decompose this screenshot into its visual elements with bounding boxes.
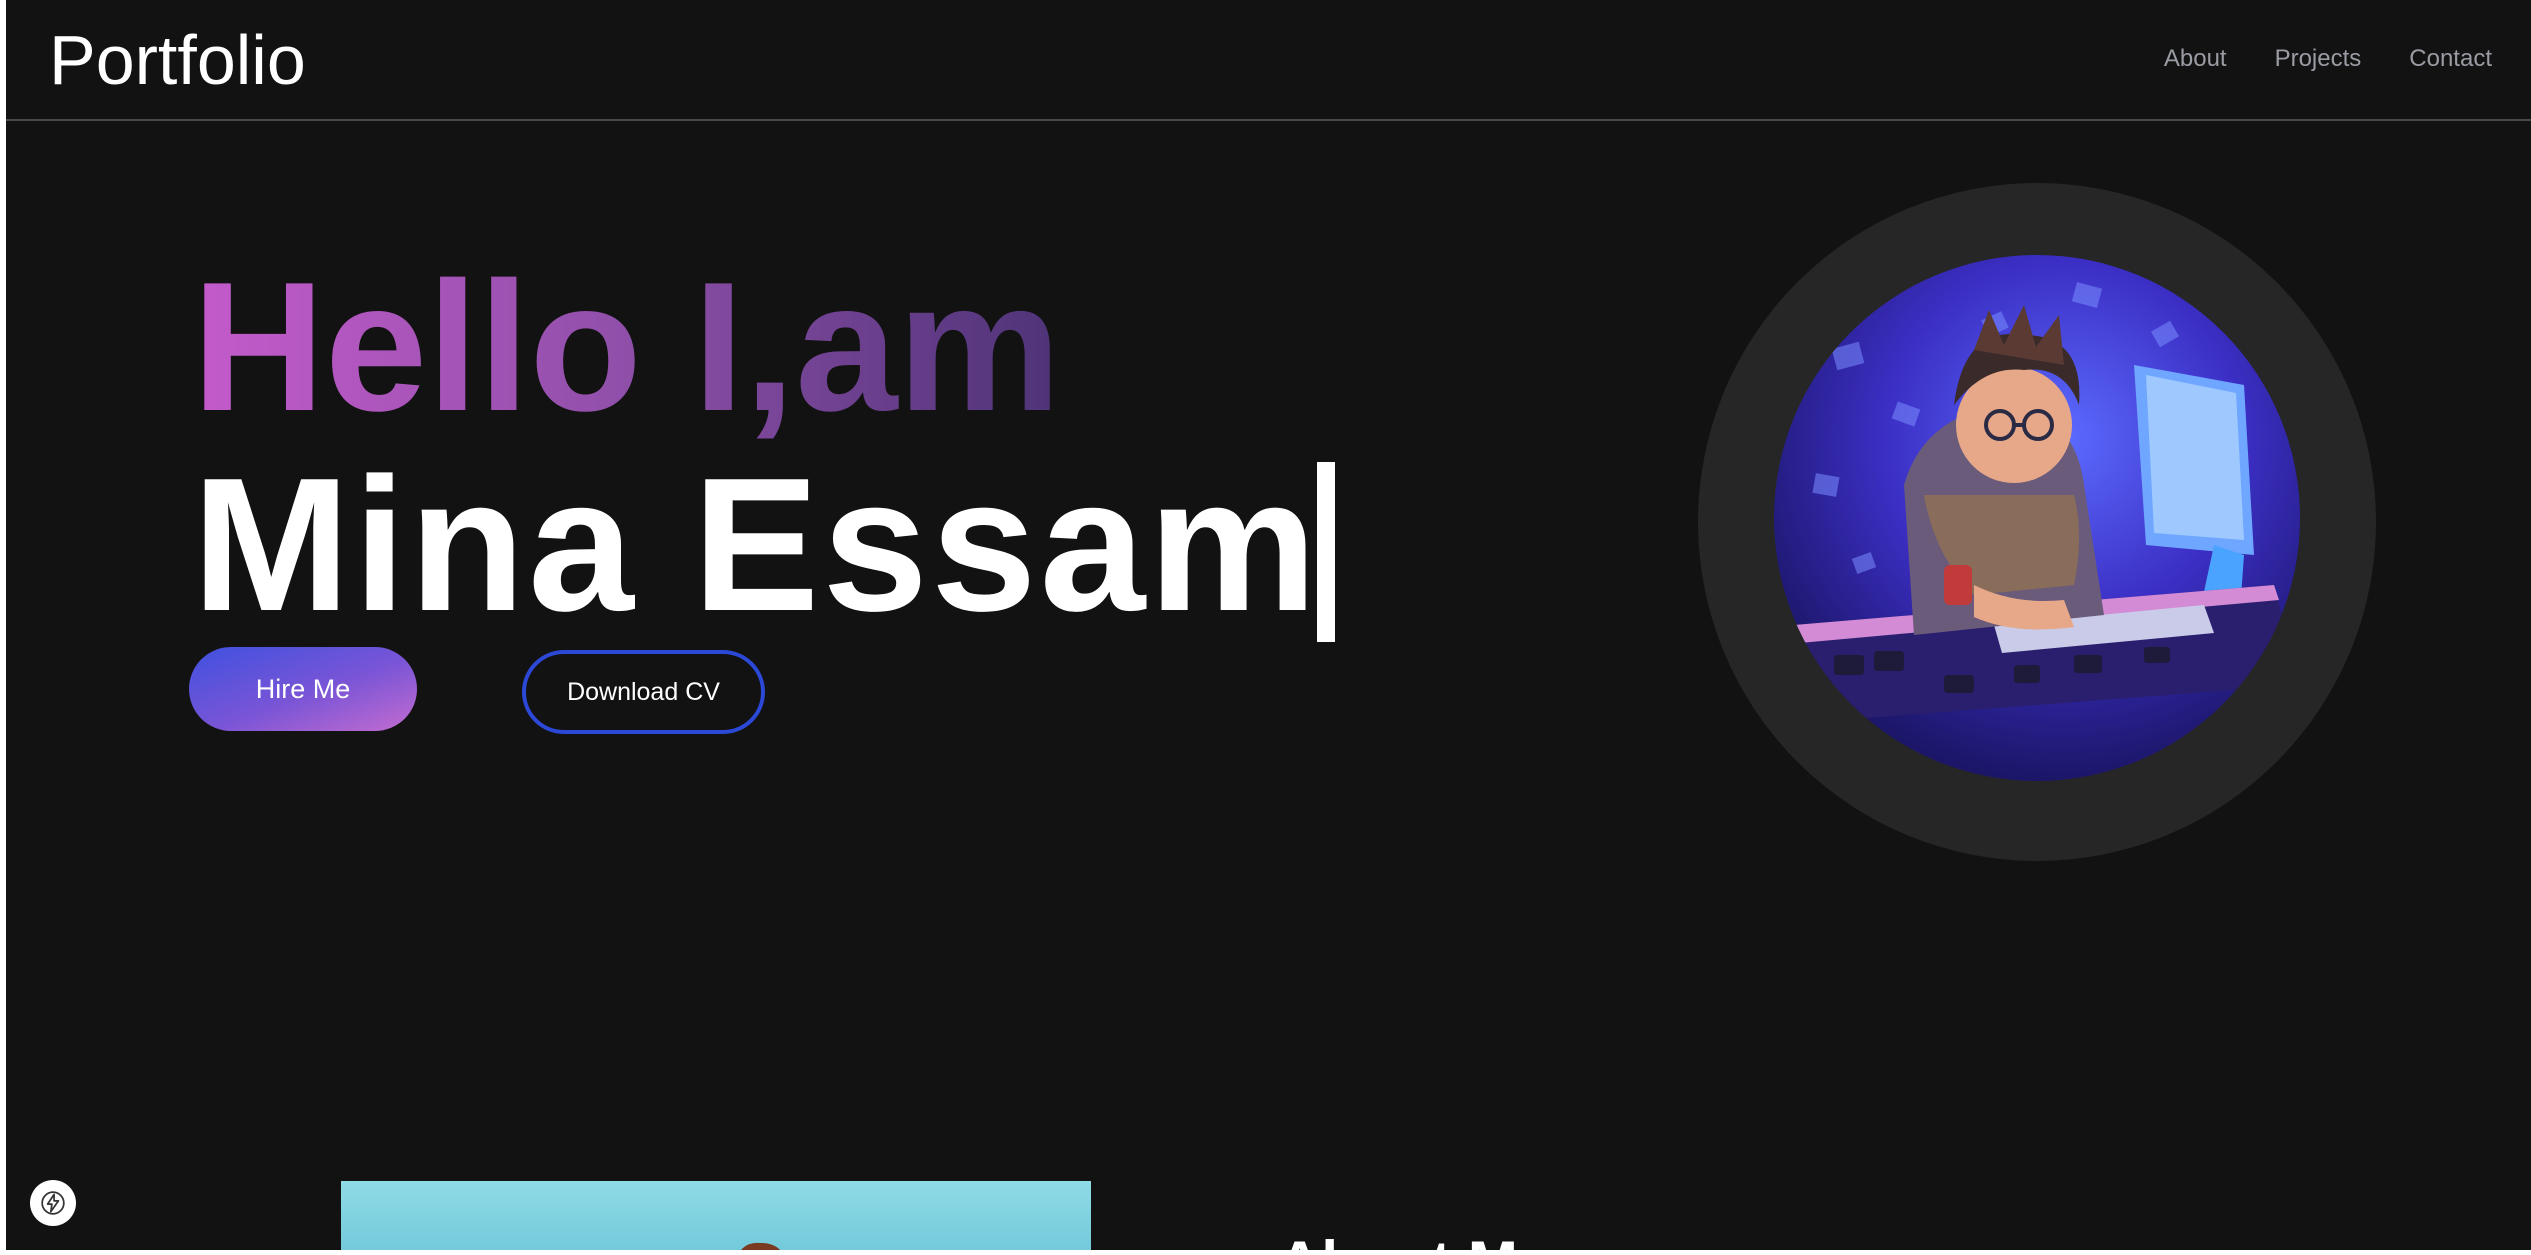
download-cv-button[interactable]: Download CV [522,650,765,734]
about-title: About Me [1278,1228,1551,1250]
developer-avatar-icon [1774,255,2300,781]
bolt-icon [41,1191,65,1215]
nav-link-contact[interactable]: Contact [2409,44,2492,74]
nav-link-projects[interactable]: Projects [2275,44,2362,74]
brand-logo[interactable]: Portfolio [49,18,306,102]
hero-name: Mina Essam [192,439,1321,651]
about-photo-graphic [741,1242,781,1250]
nav-link-about[interactable]: About [2164,44,2227,74]
lightning-icon[interactable] [30,1180,76,1226]
about-photo [341,1181,1091,1250]
portfolio-page: Portfolio About Projects Contact Hello I… [6,0,2531,1250]
hero-greeting: Hello I,am [192,243,1062,449]
hire-me-button[interactable]: Hire Me [189,647,417,731]
navbar: Portfolio About Projects Contact [6,0,2531,121]
developer-illustration [1774,281,2300,725]
nav-links: About Projects Contact [2164,44,2492,74]
typing-cursor [1317,462,1335,642]
